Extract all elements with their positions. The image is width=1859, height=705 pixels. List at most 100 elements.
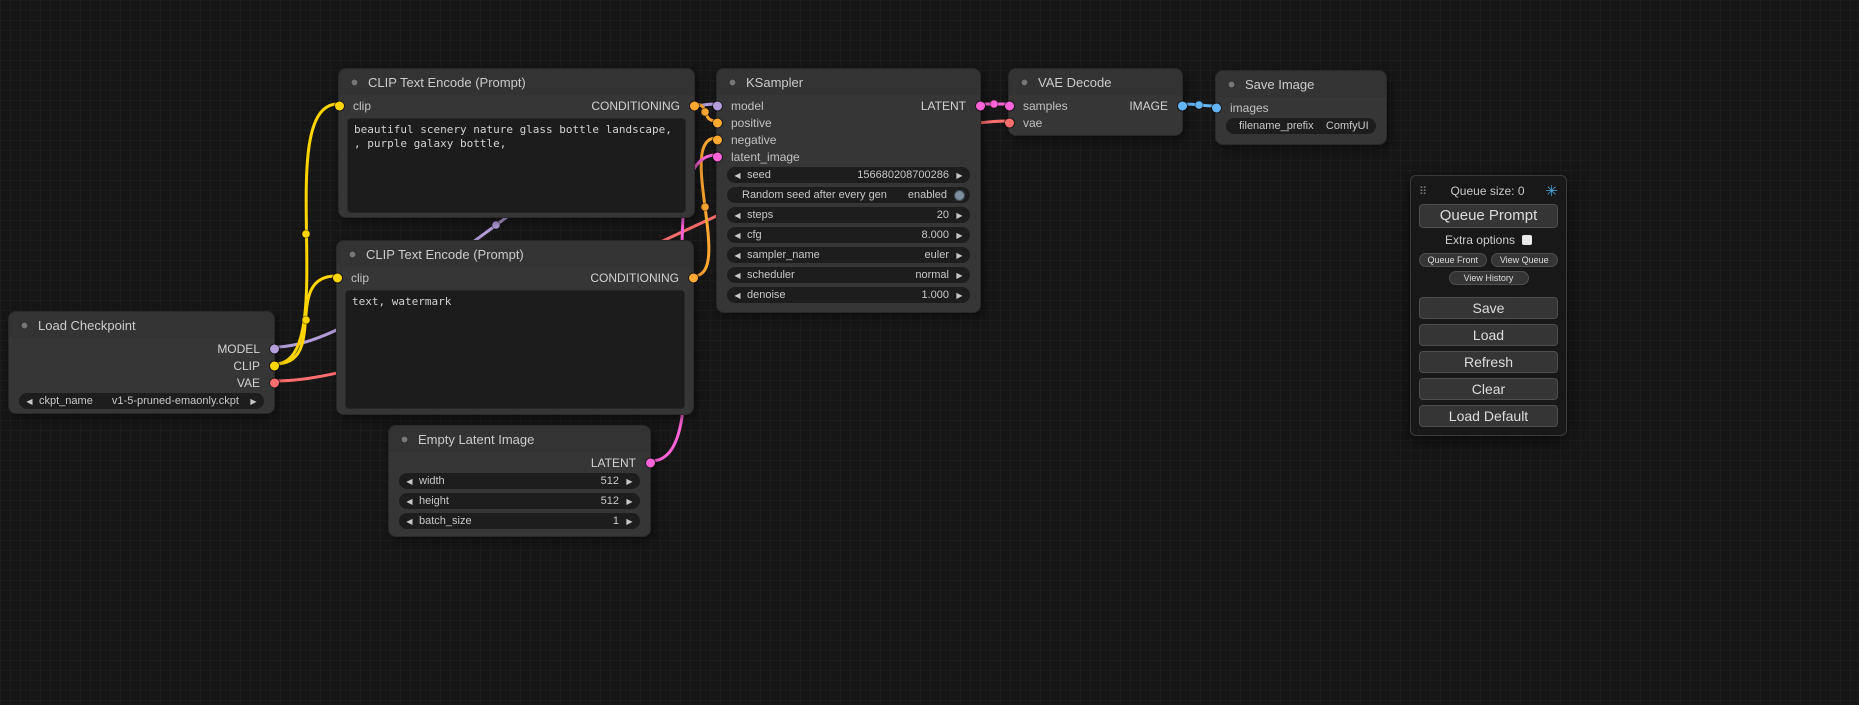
input-label: samples [1023, 99, 1068, 113]
view-history-button[interactable]: View History [1449, 271, 1529, 285]
decrement-arrow-icon[interactable] [732, 231, 743, 240]
increment-arrow-icon[interactable] [954, 251, 965, 260]
node-header[interactable]: Load Checkpoint [9, 312, 274, 338]
collapse-dot-icon[interactable] [728, 78, 737, 87]
collapse-dot-icon[interactable] [1020, 78, 1029, 87]
node-clip-text-encode-negative[interactable]: CLIP Text Encode (Prompt) clip CONDITION… [336, 240, 694, 415]
conditioning-output-port[interactable] [690, 101, 699, 110]
positive-input-port[interactable] [713, 118, 722, 127]
collapse-dot-icon[interactable] [348, 250, 357, 259]
decrement-arrow-icon[interactable] [732, 251, 743, 260]
node-header[interactable]: CLIP Text Encode (Prompt) [337, 241, 693, 267]
image-output-port[interactable] [1178, 101, 1187, 110]
clear-button[interactable]: Clear [1419, 378, 1558, 400]
decrement-arrow-icon[interactable] [404, 497, 415, 506]
node-header[interactable]: Empty Latent Image [389, 426, 650, 452]
height-widget[interactable]: height 512 [399, 493, 640, 509]
scheduler-widget[interactable]: scheduler normal [727, 267, 970, 283]
conditioning-output-port[interactable] [689, 273, 698, 282]
increment-arrow-icon[interactable] [624, 517, 635, 526]
node-header[interactable]: KSampler [717, 69, 980, 95]
increment-arrow-icon[interactable] [954, 291, 965, 300]
width-widget[interactable]: width 512 [399, 473, 640, 489]
widget-value: ComfyUI [1316, 120, 1369, 132]
prompt-text-input[interactable]: beautiful scenery nature glass bottle la… [347, 118, 686, 213]
widget-label: seed [747, 169, 771, 181]
decrement-arrow-icon[interactable] [24, 397, 35, 406]
collapse-dot-icon[interactable] [400, 435, 409, 444]
output-label: CONDITIONING [590, 271, 679, 285]
decrement-arrow-icon[interactable] [404, 477, 415, 486]
refresh-button[interactable]: Refresh [1419, 351, 1558, 373]
negative-input-port[interactable] [713, 135, 722, 144]
seed-toggle-icon[interactable] [954, 190, 965, 201]
increment-arrow-icon[interactable] [624, 477, 635, 486]
model-output-port[interactable] [270, 344, 279, 353]
link-midpoint-dot [302, 230, 310, 238]
collapse-dot-icon[interactable] [350, 78, 359, 87]
increment-arrow-icon[interactable] [954, 271, 965, 280]
decrement-arrow-icon[interactable] [732, 211, 743, 220]
vae-input-port[interactable] [1005, 118, 1014, 127]
node-header[interactable]: CLIP Text Encode (Prompt) [339, 69, 694, 95]
increment-arrow-icon[interactable] [954, 231, 965, 240]
wire-image [1183, 104, 1215, 106]
vae-output-port[interactable] [270, 378, 279, 387]
extra-options-checkbox[interactable] [1522, 235, 1532, 245]
steps-widget[interactable]: steps 20 [727, 207, 970, 223]
increment-arrow-icon[interactable] [624, 497, 635, 506]
settings-gear-icon[interactable] [1542, 182, 1558, 200]
node-clip-text-encode-positive[interactable]: CLIP Text Encode (Prompt) clip CONDITION… [338, 68, 695, 218]
queue-prompt-button[interactable]: Queue Prompt [1419, 204, 1558, 228]
increment-arrow-icon[interactable] [954, 211, 965, 220]
filename-prefix-widget[interactable]: filename_prefix ComfyUI [1226, 118, 1376, 134]
graph-canvas[interactable]: Load Checkpoint MODEL CLIP VAE ckpt_name… [0, 0, 1859, 705]
input-label: vae [1023, 116, 1042, 130]
save-button[interactable]: Save [1419, 297, 1558, 319]
decrement-arrow-icon[interactable] [732, 271, 743, 280]
latent-image-input-port[interactable] [713, 152, 722, 161]
ckpt-name-widget[interactable]: ckpt_name v1-5-pruned-emaonly.ckpt [19, 393, 264, 409]
node-header[interactable]: VAE Decode [1009, 69, 1182, 95]
widget-label: cfg [747, 229, 762, 241]
model-input-port[interactable] [713, 101, 722, 110]
samples-input-port[interactable] [1005, 101, 1014, 110]
wire-clip-negative [275, 276, 336, 364]
sampler-name-widget[interactable]: sampler_name euler [727, 247, 970, 263]
prompt-text-input[interactable]: text, watermark [345, 290, 685, 409]
random-seed-widget[interactable]: Random seed after every gen enabled [727, 187, 970, 203]
queue-front-button[interactable]: Queue Front [1419, 253, 1487, 267]
widget-value: 1.000 [921, 289, 949, 301]
increment-arrow-icon[interactable] [248, 397, 259, 406]
input-label: negative [731, 133, 776, 147]
drag-handle-icon[interactable]: ⠿ [1419, 185, 1433, 198]
latent-output-port[interactable] [646, 458, 655, 467]
node-save-image[interactable]: Save Image images filename_prefix ComfyU… [1215, 70, 1387, 145]
node-empty-latent-image[interactable]: Empty Latent Image LATENT width 512 heig… [388, 425, 651, 537]
cfg-widget[interactable]: cfg 8.000 [727, 227, 970, 243]
images-input-port[interactable] [1212, 103, 1221, 112]
decrement-arrow-icon[interactable] [732, 291, 743, 300]
widget-value: euler [925, 249, 949, 261]
load-default-button[interactable]: Load Default [1419, 405, 1558, 427]
clip-output-port[interactable] [270, 361, 279, 370]
node-ksampler[interactable]: KSampler model LATENT positive negative … [716, 68, 981, 313]
node-load-checkpoint[interactable]: Load Checkpoint MODEL CLIP VAE ckpt_name… [8, 311, 275, 414]
denoise-widget[interactable]: denoise 1.000 [727, 287, 970, 303]
node-header[interactable]: Save Image [1216, 71, 1386, 97]
seed-widget[interactable]: seed 156680208700286 [727, 167, 970, 183]
increment-arrow-icon[interactable] [954, 171, 965, 180]
collapse-dot-icon[interactable] [20, 321, 29, 330]
clip-input-port[interactable] [335, 101, 344, 110]
link-midpoint-dot [990, 100, 998, 108]
decrement-arrow-icon[interactable] [404, 517, 415, 526]
load-button[interactable]: Load [1419, 324, 1558, 346]
decrement-arrow-icon[interactable] [732, 171, 743, 180]
collapse-dot-icon[interactable] [1227, 80, 1236, 89]
view-queue-button[interactable]: View Queue [1491, 253, 1559, 267]
slot-row: clip CONDITIONING [337, 269, 693, 286]
batch-size-widget[interactable]: batch_size 1 [399, 513, 640, 529]
clip-input-port[interactable] [333, 273, 342, 282]
node-vae-decode[interactable]: VAE Decode samples IMAGE vae [1008, 68, 1183, 136]
latent-output-port[interactable] [976, 101, 985, 110]
